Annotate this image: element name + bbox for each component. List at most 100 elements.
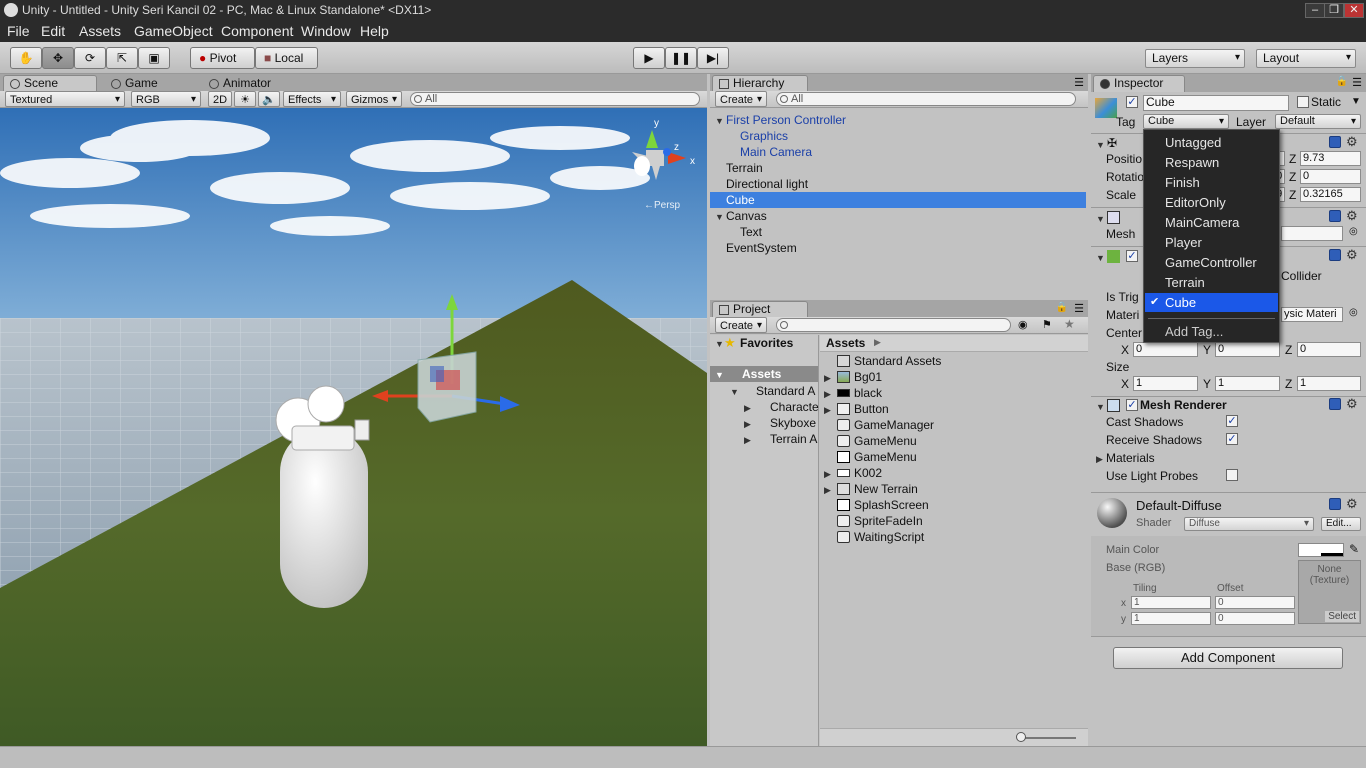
collapse-arrow-icon[interactable]: ▶ <box>744 435 751 446</box>
shader-dropdown[interactable]: Diffuse <box>1184 517 1314 531</box>
layers-dropdown[interactable]: Layers <box>1145 49 1245 68</box>
shading-mode-dropdown[interactable]: Textured <box>5 91 125 107</box>
add-component-button[interactable]: Add Component <box>1113 647 1343 669</box>
menu-help[interactable]: Help <box>360 23 389 39</box>
texture-select-button[interactable]: Select <box>1325 611 1359 622</box>
help-icon[interactable] <box>1329 136 1341 148</box>
offset-x-field[interactable]: 0 <box>1215 596 1295 609</box>
lock-icon[interactable]: 🔒 <box>1336 76 1348 87</box>
asset-item[interactable]: Button <box>836 401 889 417</box>
gear-icon[interactable]: ⚙ <box>1346 396 1358 412</box>
gear-icon[interactable]: ⚙ <box>1346 208 1358 224</box>
scale-z-field[interactable]: 0.32165 <box>1300 187 1361 202</box>
asset-item[interactable]: K002 <box>836 465 882 481</box>
center-z-field[interactable]: 0 <box>1297 342 1361 357</box>
asset-item[interactable]: New Terrain <box>836 481 918 497</box>
tag-option-editoronly[interactable]: EditorOnly <box>1145 193 1278 212</box>
render-mode-dropdown[interactable]: RGB <box>131 91 201 107</box>
asset-item[interactable]: GameMenu <box>836 433 917 449</box>
foldout-arrow-icon[interactable]: ▼ <box>1096 214 1105 224</box>
hierarchy-item[interactable]: First Person Controller <box>710 112 1088 128</box>
tag-dropdown[interactable]: Cube <box>1143 114 1229 129</box>
active-checkbox[interactable]: ✓ <box>1126 96 1138 108</box>
tab-game[interactable]: Game <box>104 75 194 92</box>
expand-arrow-icon[interactable]: ▼ <box>715 339 724 349</box>
rotate-tool-button[interactable]: ⟳ <box>74 47 106 69</box>
scale-tool-button[interactable]: ⇱ <box>106 47 138 69</box>
menu-file[interactable]: File <box>7 23 30 39</box>
renderer-enabled-checkbox[interactable]: ✓ <box>1126 399 1138 411</box>
center-x-field[interactable]: 0 <box>1133 342 1198 357</box>
foldout-arrow-icon[interactable]: ▼ <box>1096 140 1105 150</box>
size-x-field[interactable]: 1 <box>1133 376 1198 391</box>
static-checkbox[interactable] <box>1297 96 1309 108</box>
local-button[interactable]: ■ Local <box>255 47 318 69</box>
menu-gameobject[interactable]: GameObject <box>134 23 213 39</box>
tag-option-maincamera[interactable]: MainCamera <box>1145 213 1278 232</box>
position-z-field[interactable]: 9.73 <box>1300 151 1361 166</box>
hierarchy-create-dropdown[interactable]: Create <box>715 91 767 107</box>
lock-icon[interactable]: 🔒 <box>1056 302 1068 313</box>
persp-label[interactable]: ←Persp <box>644 200 681 211</box>
move-tool-button[interactable]: ✥ <box>42 47 74 69</box>
panel-menu-icon[interactable]: ☰ <box>1074 302 1084 315</box>
hierarchy-search-input[interactable]: All <box>776 92 1076 106</box>
step-button[interactable]: ▶| <box>697 47 729 69</box>
offset-y-field[interactable]: 0 <box>1215 612 1295 625</box>
gear-icon[interactable]: ⚙ <box>1346 247 1358 263</box>
expand-arrow-icon[interactable]: ▼ <box>730 387 739 397</box>
collapse-arrow-icon[interactable]: ▶ <box>744 419 751 430</box>
physic-material-field[interactable]: ysic Materi <box>1281 307 1343 322</box>
tiling-x-field[interactable]: 1 <box>1131 596 1211 609</box>
icon-size-slider[interactable] <box>1020 737 1076 739</box>
rotation-z-field[interactable]: 0 <box>1300 169 1361 184</box>
add-tag-option[interactable]: Add Tag... <box>1145 322 1278 341</box>
gizmos-dropdown[interactable]: Gizmos <box>346 91 402 107</box>
tiling-y-field[interactable]: 1 <box>1131 612 1211 625</box>
gear-icon[interactable]: ⚙ <box>1346 134 1358 150</box>
menu-component[interactable]: Component <box>221 23 293 39</box>
tree-folder-item[interactable]: Standard A <box>756 383 815 399</box>
object-name-input[interactable]: Cube <box>1143 95 1289 111</box>
collider-enabled-checkbox[interactable]: ✓ <box>1126 250 1138 262</box>
play-button[interactable]: ▶ <box>633 47 665 69</box>
main-color-swatch[interactable] <box>1298 543 1344 557</box>
menu-window[interactable]: Window <box>301 23 351 39</box>
asset-item[interactable]: GameMenu <box>836 449 917 465</box>
tab-animator[interactable]: Animator <box>202 75 302 92</box>
hand-tool-button[interactable]: ✋ <box>10 47 42 69</box>
asset-item[interactable]: GameManager <box>836 417 934 433</box>
hierarchy-item[interactable]: EventSystem <box>710 240 1088 256</box>
tag-option-respawn[interactable]: Respawn <box>1145 153 1278 172</box>
scene-viewport[interactable]: y x z ←Persp <box>0 108 707 746</box>
object-picker-icon[interactable]: ◎ <box>1349 307 1358 318</box>
cast-shadows-checkbox[interactable]: ✓ <box>1226 415 1238 427</box>
tag-option-untagged[interactable]: Untagged <box>1145 133 1278 152</box>
layer-dropdown[interactable]: Default <box>1275 114 1361 129</box>
asset-item[interactable]: Standard Assets <box>836 353 941 369</box>
tab-project[interactable]: Project <box>712 301 808 318</box>
help-icon[interactable] <box>1329 398 1341 410</box>
shader-edit-button[interactable]: Edit... <box>1321 517 1361 531</box>
project-create-dropdown[interactable]: Create <box>715 317 767 333</box>
favorites-item[interactable]: Favorites <box>740 335 793 351</box>
collapse-arrow-icon[interactable]: ▶ <box>824 373 831 384</box>
foldout-arrow-icon[interactable]: ▼ <box>1096 402 1105 412</box>
foldout-arrow-icon[interactable]: ▼ <box>1096 253 1105 263</box>
texture-slot[interactable]: None (Texture) Select <box>1298 560 1361 624</box>
pivot-button[interactable]: ● Pivot <box>190 47 255 69</box>
tag-option-gamecontroller[interactable]: GameController <box>1145 253 1278 272</box>
panel-menu-icon[interactable]: ☰ <box>1352 76 1362 89</box>
hierarchy-item[interactable]: Main Camera <box>710 144 1088 160</box>
hierarchy-item[interactable]: Canvas <box>710 208 1088 224</box>
collapse-arrow-icon[interactable]: ▶ <box>824 389 831 400</box>
expand-arrow-icon[interactable]: ▼ <box>715 370 724 380</box>
icon-size-slider-thumb[interactable] <box>1016 732 1026 742</box>
size-z-field[interactable]: 1 <box>1297 376 1361 391</box>
menu-assets[interactable]: Assets <box>79 23 121 39</box>
asset-item[interactable]: black <box>836 385 882 401</box>
minimize-button[interactable]: – <box>1305 3 1325 18</box>
hierarchy-item[interactable]: Directional light <box>710 176 1088 192</box>
collapse-arrow-icon[interactable]: ▶ <box>744 403 751 414</box>
favorite-star-icon[interactable]: ★ <box>1064 317 1075 331</box>
